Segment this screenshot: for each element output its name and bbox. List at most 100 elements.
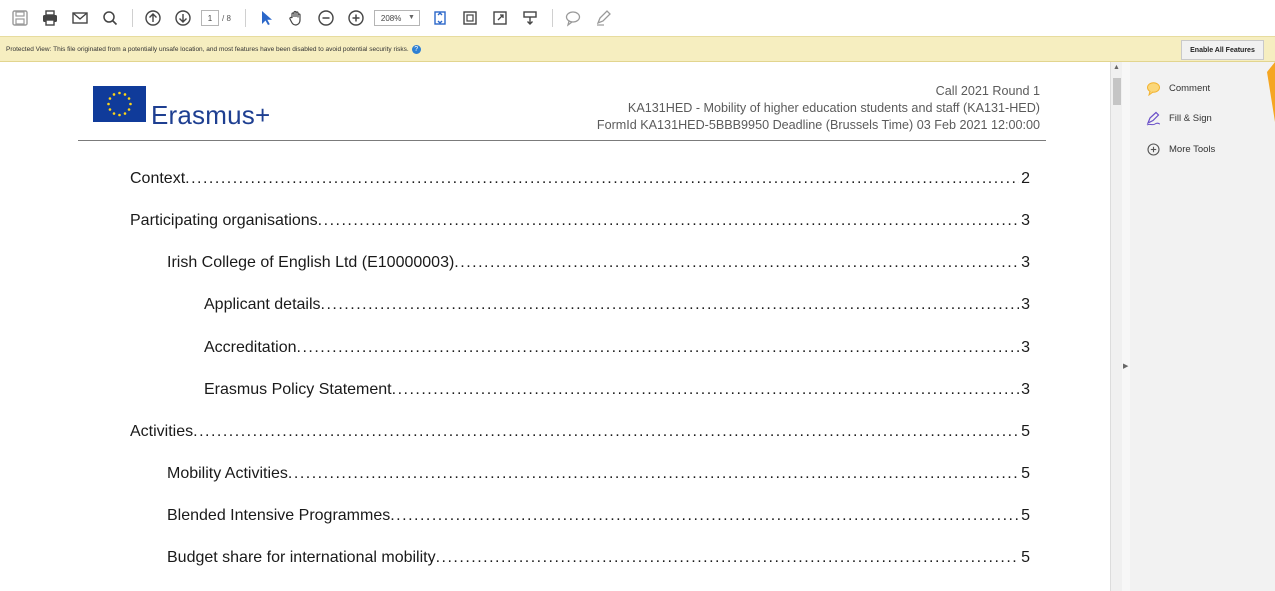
fit-width-icon bbox=[463, 11, 477, 25]
panel-accent-tab bbox=[1267, 62, 1275, 122]
erasmus-logo-text: Erasmus+ bbox=[151, 100, 271, 130]
toc-entry[interactable]: Erasmus Policy Statement................… bbox=[204, 377, 1030, 399]
toc-entry-page: 5 bbox=[1021, 507, 1030, 524]
eu-stars-icon bbox=[107, 91, 132, 117]
search-button[interactable] bbox=[98, 6, 122, 30]
collapse-panel-icon[interactable]: ▶ bbox=[1123, 362, 1128, 370]
toc-entry[interactable]: Budget share for international mobility.… bbox=[167, 545, 1030, 567]
toc-entry-title: Erasmus Policy Statement bbox=[204, 381, 392, 398]
chevron-down-icon: ▼ bbox=[407, 14, 415, 21]
more-tools-icon bbox=[1147, 142, 1160, 156]
toc-entry[interactable]: Irish College of English Ltd (E10000003)… bbox=[167, 250, 1030, 272]
select-tool-button[interactable] bbox=[254, 6, 278, 30]
email-button[interactable] bbox=[68, 6, 92, 30]
toc-leader-dots: ........................................… bbox=[390, 507, 1019, 524]
envelope-icon bbox=[72, 12, 88, 24]
toc-entry-page: 3 bbox=[1021, 254, 1030, 271]
toc-entry[interactable]: Activities..............................… bbox=[130, 419, 1030, 441]
header-line: Call 2021 Round 1 bbox=[935, 84, 1040, 98]
pdf-viewer-window: 1 / 8 208% ▼ Protected View: This file o… bbox=[0, 0, 1275, 591]
fit-page-button[interactable] bbox=[428, 6, 452, 30]
comment-icon bbox=[565, 11, 581, 27]
toc-entry-page: 3 bbox=[1021, 339, 1030, 356]
comment-icon bbox=[1147, 81, 1160, 96]
toc-entry-title: Applicant details bbox=[204, 296, 321, 313]
zoom-in-button[interactable] bbox=[344, 6, 368, 30]
toc-entry[interactable]: Accreditation...........................… bbox=[204, 335, 1030, 357]
save-icon bbox=[12, 10, 28, 26]
eu-star bbox=[129, 102, 132, 106]
fit-page-icon bbox=[434, 11, 446, 25]
toc-leader-dots: ........................................… bbox=[296, 339, 1020, 356]
toc-entry-title: Context bbox=[130, 170, 186, 187]
toc-leader-dots: ........................................… bbox=[454, 254, 1020, 271]
eu-star bbox=[108, 108, 112, 111]
eu-star bbox=[127, 108, 131, 111]
tool-label: Fill & Sign bbox=[1169, 112, 1212, 124]
toc-entry[interactable]: Blended Intensive Programmes............… bbox=[167, 503, 1030, 525]
toc-leader-dots: ........................................… bbox=[185, 170, 1019, 187]
eu-star bbox=[112, 112, 116, 115]
page-total-label: / 8 bbox=[222, 13, 231, 23]
toc-entry[interactable]: Applicant details.......................… bbox=[204, 292, 1030, 314]
zoom-level-value: 208% bbox=[380, 13, 402, 23]
toc-entry[interactable]: Context.................................… bbox=[130, 166, 1030, 188]
zoom-out-button[interactable] bbox=[314, 6, 338, 30]
zoom-out-icon bbox=[318, 10, 334, 26]
fill-sign-icon bbox=[1146, 111, 1161, 125]
toc-entry-title: Mobility Activities bbox=[167, 465, 288, 482]
arrow-up-circle-icon bbox=[145, 10, 161, 26]
reading-mode-button[interactable] bbox=[518, 6, 542, 30]
printer-icon bbox=[43, 10, 57, 26]
add-comment-button[interactable] bbox=[561, 6, 585, 30]
pen-icon bbox=[596, 10, 611, 26]
eu-star bbox=[107, 102, 110, 106]
protected-view-message: Protected View: This file originated fro… bbox=[0, 44, 421, 54]
toc-entry-title: Irish College of English Ltd (E10000003) bbox=[167, 254, 455, 271]
highlight-button[interactable] bbox=[591, 6, 615, 30]
tool-more-tools[interactable]: More Tools bbox=[1146, 141, 1215, 157]
toc-leader-dots: ........................................… bbox=[193, 423, 1020, 440]
scrollbar-thumb[interactable] bbox=[1113, 78, 1121, 105]
info-icon[interactable]: ? bbox=[411, 44, 421, 54]
eu-star bbox=[112, 93, 116, 96]
tool-fill-sign[interactable]: Fill & Sign bbox=[1146, 110, 1212, 126]
header-line: KA131HED - Mobility of higher education … bbox=[627, 101, 1040, 115]
panel-collapse-strip[interactable]: ▶ bbox=[1122, 62, 1130, 591]
enable-all-features-button[interactable]: Enable All Features bbox=[1181, 40, 1264, 60]
previous-page-button[interactable] bbox=[141, 6, 165, 30]
page-number-input[interactable]: 1 bbox=[201, 10, 219, 26]
toc-entry[interactable]: Mobility Activities.....................… bbox=[167, 461, 1030, 483]
eu-star bbox=[123, 93, 127, 96]
eu-star bbox=[123, 112, 127, 115]
fit-width-button[interactable] bbox=[458, 6, 482, 30]
header-line: FormId KA131HED-5BBB9950 Deadline (Bruss… bbox=[596, 118, 1040, 132]
toc-entry-page: 3 bbox=[1021, 296, 1030, 313]
toc-entry-title: Participating organisations bbox=[130, 212, 318, 229]
cursor-arrow-icon bbox=[261, 11, 272, 25]
hand-icon bbox=[289, 10, 301, 26]
arrow-down-circle-icon bbox=[175, 10, 191, 26]
search-icon bbox=[103, 11, 118, 26]
scroll-up-icon[interactable]: ▲ bbox=[1113, 64, 1120, 71]
toc-leader-dots: ........................................… bbox=[391, 381, 1019, 398]
eu-flag-logo bbox=[93, 86, 146, 122]
vertical-scrollbar[interactable]: ▲ bbox=[1110, 62, 1122, 591]
print-button[interactable] bbox=[38, 6, 62, 30]
save-button[interactable] bbox=[8, 6, 32, 30]
toc-entry-page: 5 bbox=[1021, 465, 1030, 482]
next-page-button[interactable] bbox=[171, 6, 195, 30]
zoom-level-dropdown[interactable]: 208% ▼ bbox=[373, 10, 420, 26]
scroll-mode-icon bbox=[523, 11, 537, 25]
eu-star bbox=[118, 91, 121, 95]
main-toolbar: 1 / 8 208% ▼ bbox=[0, 0, 1275, 36]
eu-star bbox=[127, 97, 131, 100]
zoom-in-icon bbox=[348, 10, 364, 26]
toc-entry[interactable]: Participating organisations.............… bbox=[130, 208, 1030, 230]
toc-entry-page: 3 bbox=[1021, 381, 1030, 398]
tool-comment[interactable]: Comment bbox=[1146, 80, 1210, 96]
header-divider bbox=[78, 140, 1046, 141]
full-screen-button[interactable] bbox=[488, 6, 512, 30]
toc-entry-page: 3 bbox=[1021, 212, 1030, 229]
hand-tool-button[interactable] bbox=[284, 6, 308, 30]
